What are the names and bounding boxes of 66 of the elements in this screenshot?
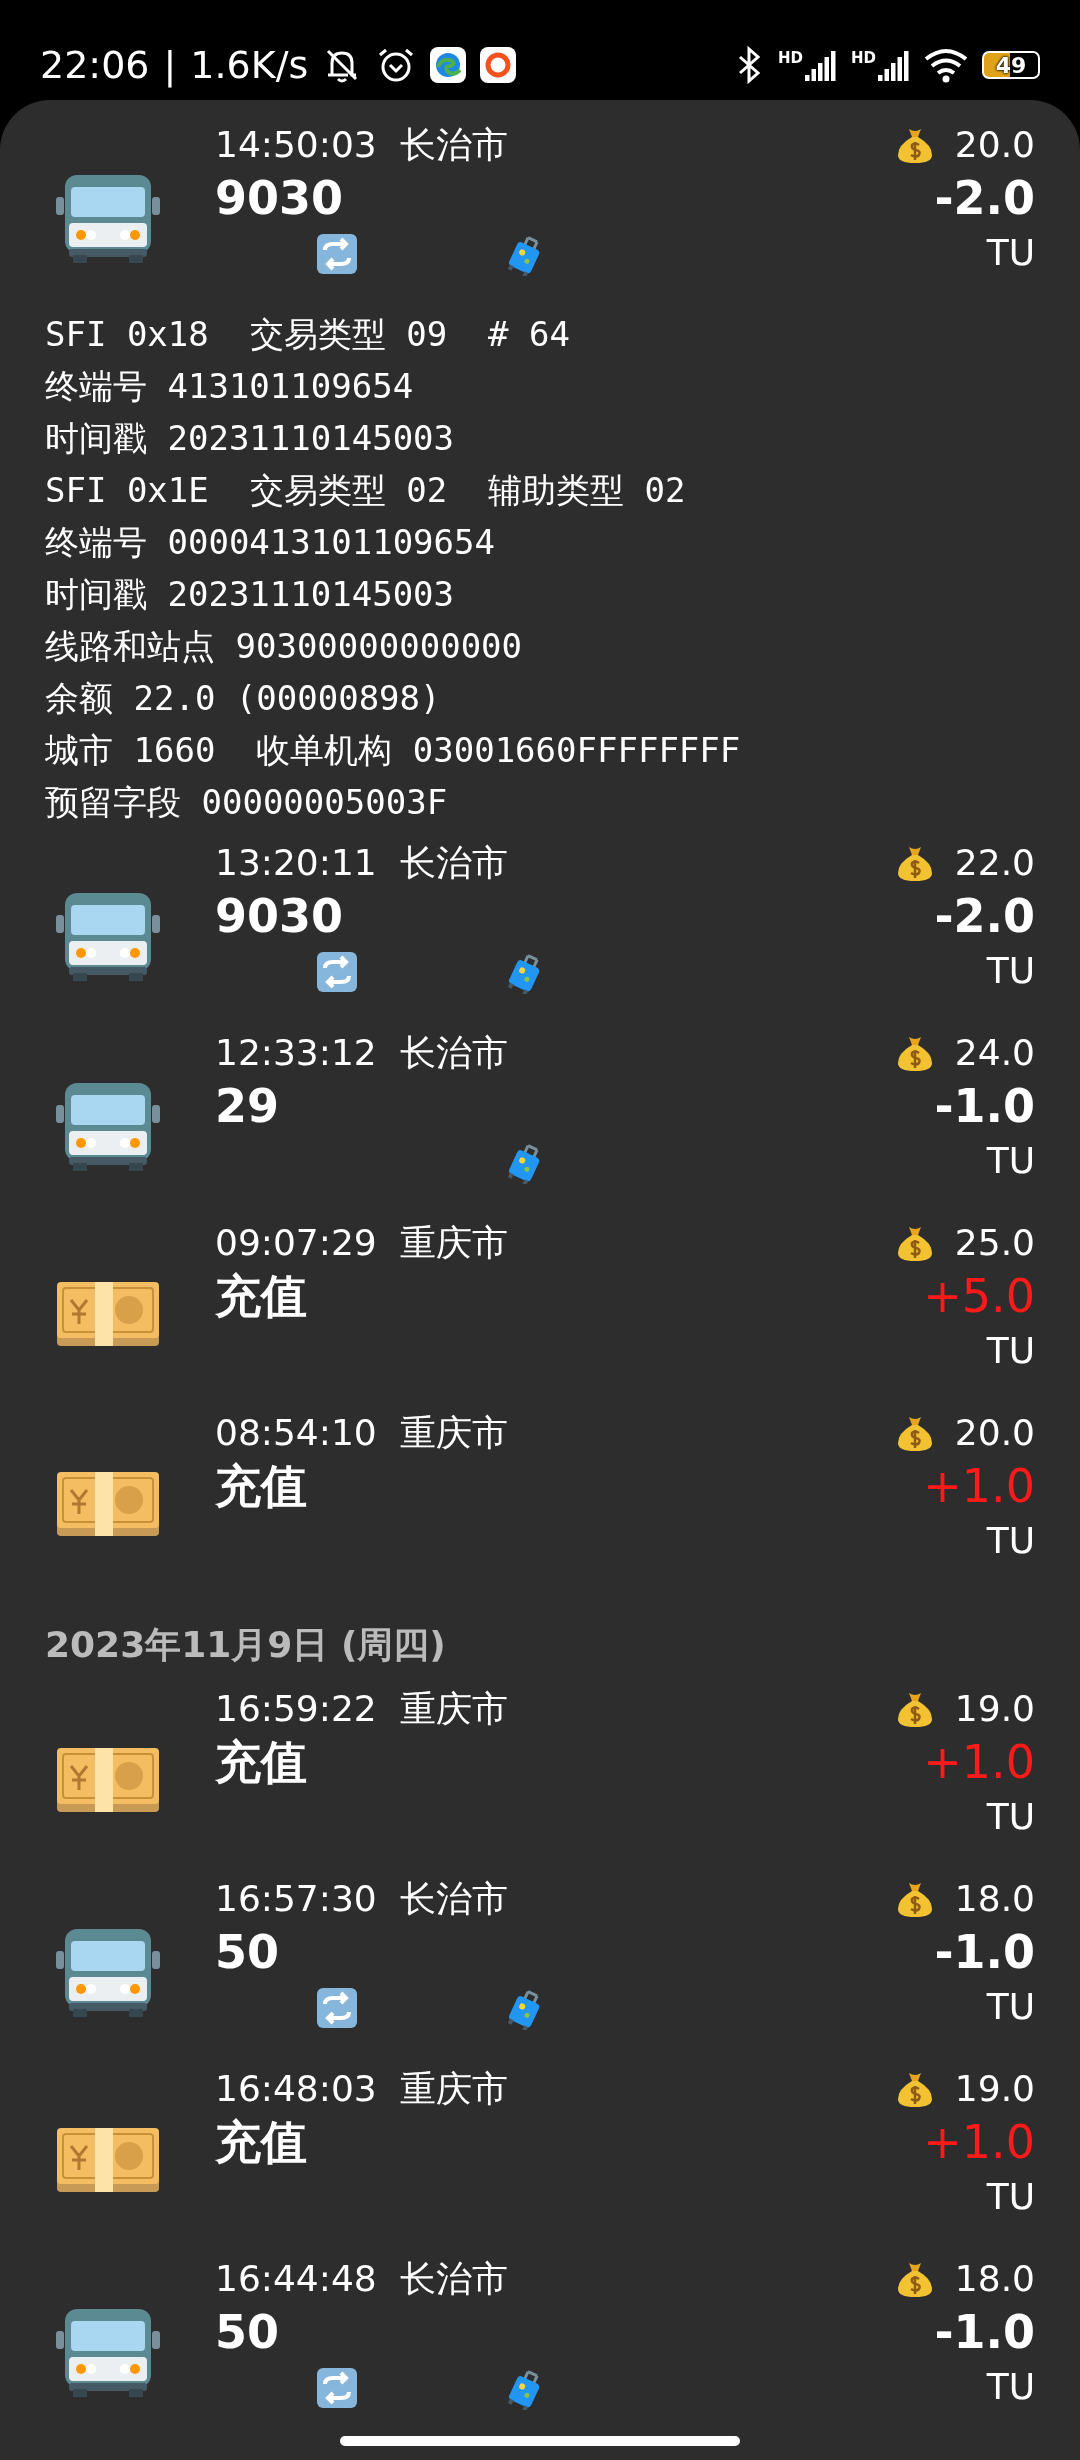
amount-label: +1.0 [923, 1734, 1035, 1791]
unit-label: TU [986, 1329, 1035, 1373]
detail-line: 预留字段 00000005003F [45, 781, 449, 824]
time-city-label: 16:57:30 长治市 [215, 1877, 509, 1921]
amount-label: -1.0 [934, 1078, 1035, 1135]
amount-label: -2.0 [934, 888, 1035, 945]
detail-line: 线路和站点 90300000000000 [45, 625, 524, 668]
record-title: 充值 [215, 1268, 308, 1325]
signal-icon [805, 49, 837, 81]
wifi-icon [924, 47, 968, 83]
unit-label: TU [986, 1139, 1035, 1183]
record-title: 充值 [215, 1458, 308, 1515]
unit-label: TU [986, 1519, 1035, 1563]
time-city-label: 08:54:10 重庆市 [215, 1411, 509, 1455]
time-city-label: 09:07:29 重庆市 [215, 1221, 509, 1265]
detail-line: SFI 0x1E 交易类型 02 辅助类型 02 [45, 469, 687, 512]
detail-line: 余额 22.0 (00000898) [45, 677, 442, 720]
balance-label: 19.0 [954, 1687, 1035, 1731]
record-title: 充值 [215, 1734, 308, 1791]
detail-line: 城市 1660 收单机构 03001660FFFFFFFF [45, 729, 742, 772]
unit-label: TU [986, 949, 1035, 993]
unit-label: TU [986, 1985, 1035, 2029]
balance-label: 22.0 [954, 841, 1035, 885]
separator-label: | [163, 43, 177, 87]
amount-label: -1.0 [934, 1924, 1035, 1981]
hd-label: HD [851, 49, 876, 67]
balance-label: 24.0 [954, 1031, 1035, 1075]
time-city-label: 16:59:22 重庆市 [215, 1687, 509, 1731]
balance-label: 20.0 [954, 1411, 1035, 1455]
unit-label: TU [986, 1795, 1035, 1839]
unit-label: TU [986, 231, 1035, 275]
detail-line: 时间戳 20231110145003 [45, 573, 456, 616]
detail-line: 终端号 0000413101109654 [45, 521, 496, 564]
unit-label: TU [986, 2365, 1035, 2409]
amount-label: -2.0 [934, 170, 1035, 227]
record-title: 50 [215, 2304, 280, 2361]
network-speed: 1.6K/s [190, 43, 309, 87]
record-title: 50 [215, 1924, 280, 1981]
balance-label: 18.0 [954, 2257, 1035, 2301]
balance-label: 20.0 [954, 123, 1035, 167]
time-city-label: 16:48:03 重庆市 [215, 2067, 509, 2111]
record-title: 9030 [215, 170, 345, 227]
date-header: 2023年11月9日 (周四) [44, 1623, 447, 1667]
detail-line: 时间戳 20231110145003 [45, 417, 456, 460]
balance-label: 25.0 [954, 1221, 1035, 1265]
balance-label: 18.0 [954, 1877, 1035, 1921]
time-city-label: 14:50:03 长治市 [215, 123, 509, 167]
amount-label: +1.0 [923, 2114, 1035, 2171]
record-title: 充值 [215, 2114, 308, 2171]
record-title: 29 [215, 1078, 280, 1135]
detail-line: SFI 0x18 交易类型 09 # 64 [45, 313, 571, 356]
balance-label: 19.0 [954, 2067, 1035, 2111]
amount-label: +5.0 [923, 1268, 1035, 1325]
detail-line: 终端号 413101109654 [45, 365, 415, 408]
clock: 22:06 [40, 43, 150, 87]
time-city-label: 12:33:12 长治市 [215, 1031, 509, 1075]
browser-app-icon [430, 47, 467, 83]
amount-label: -1.0 [934, 2304, 1035, 2361]
amount-label: +1.0 [923, 1458, 1035, 1515]
time-city-label: 16:44:48 长治市 [215, 2257, 509, 2301]
ring-app-icon [480, 47, 517, 83]
unit-label: TU [986, 2175, 1035, 2219]
record-title: 9030 [215, 888, 345, 945]
signal-icon [878, 49, 910, 81]
time-city-label: 13:20:11 长治市 [215, 841, 509, 885]
hd-label: HD [777, 49, 803, 67]
